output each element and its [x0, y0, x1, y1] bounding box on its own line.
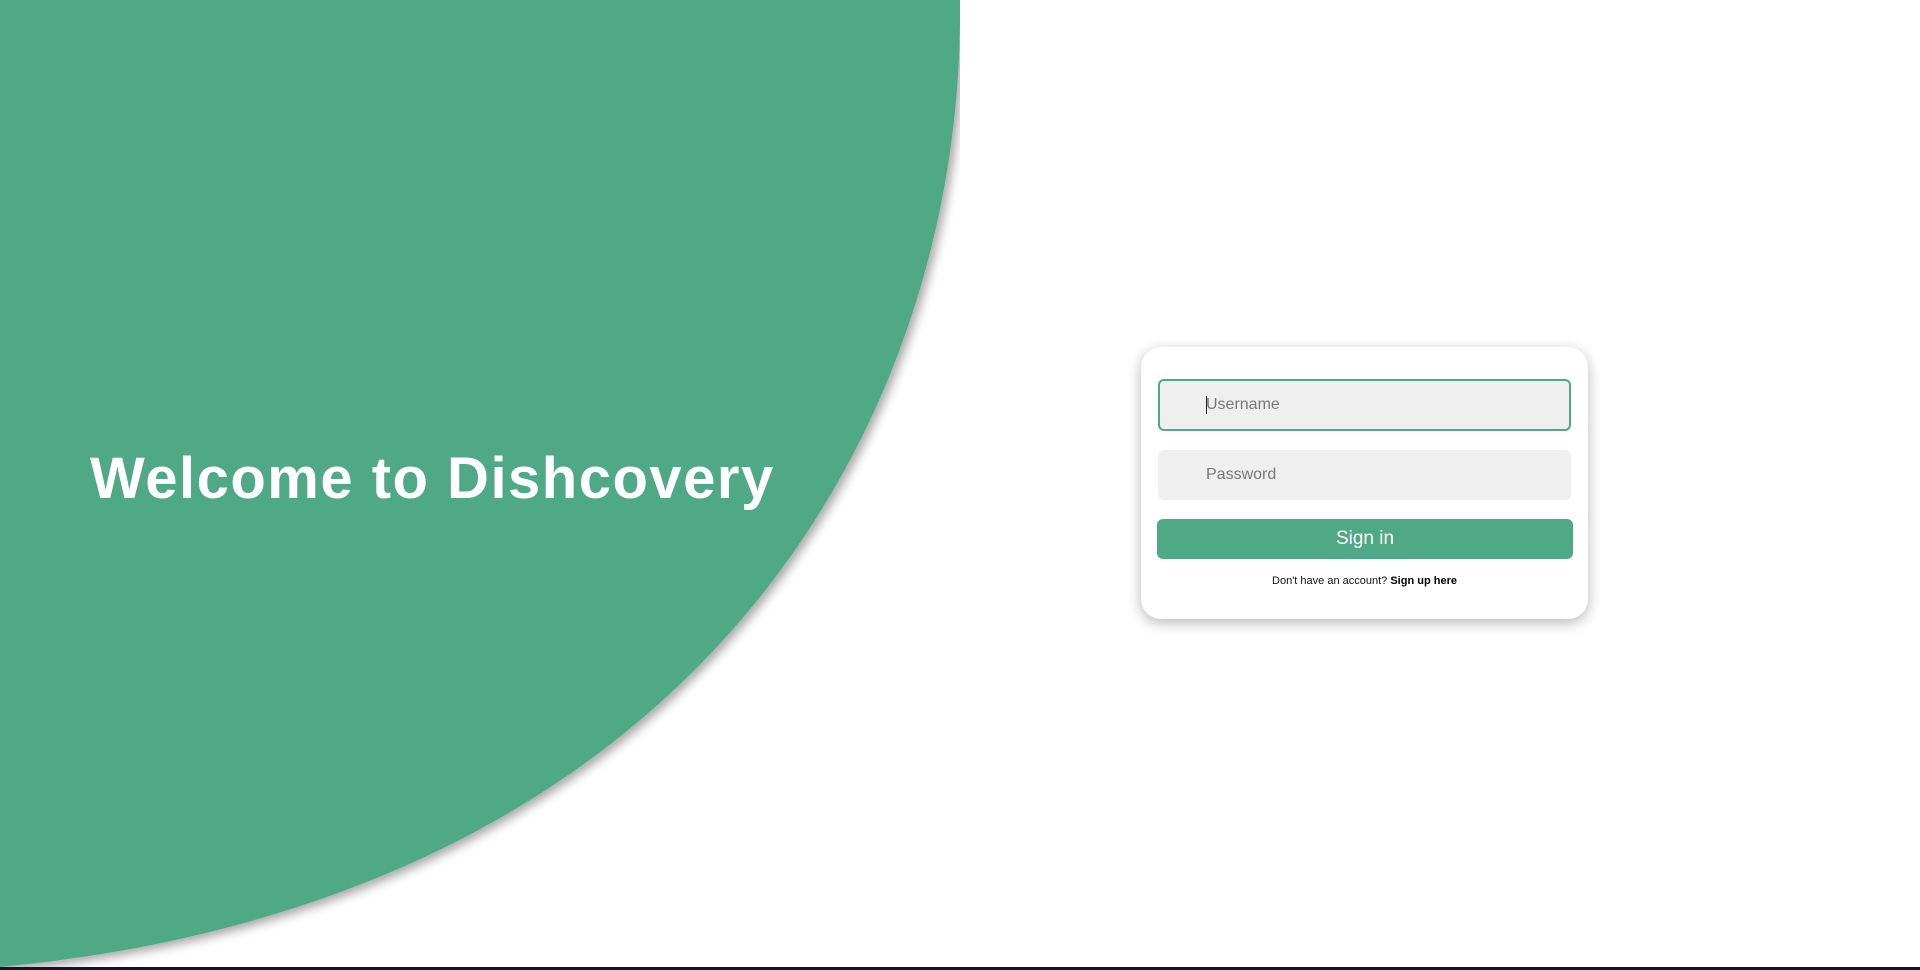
- login-page: Welcome to Dishcovery Sign in Don't have…: [0, 0, 1920, 970]
- signup-row: Don't have an account? Sign up here: [1141, 575, 1588, 587]
- login-card: Sign in Don't have an account? Sign up h…: [1141, 347, 1588, 619]
- password-input[interactable]: [1158, 450, 1571, 500]
- sign-up-link[interactable]: Sign up here: [1390, 575, 1457, 587]
- text-caret: [1206, 396, 1207, 414]
- hero-section: Welcome to Dishcovery: [0, 0, 960, 967]
- username-input[interactable]: [1158, 379, 1571, 431]
- welcome-title: Welcome to Dishcovery: [90, 446, 775, 511]
- sign-in-button[interactable]: Sign in: [1157, 519, 1573, 559]
- signup-prompt: Don't have an account?: [1272, 575, 1388, 587]
